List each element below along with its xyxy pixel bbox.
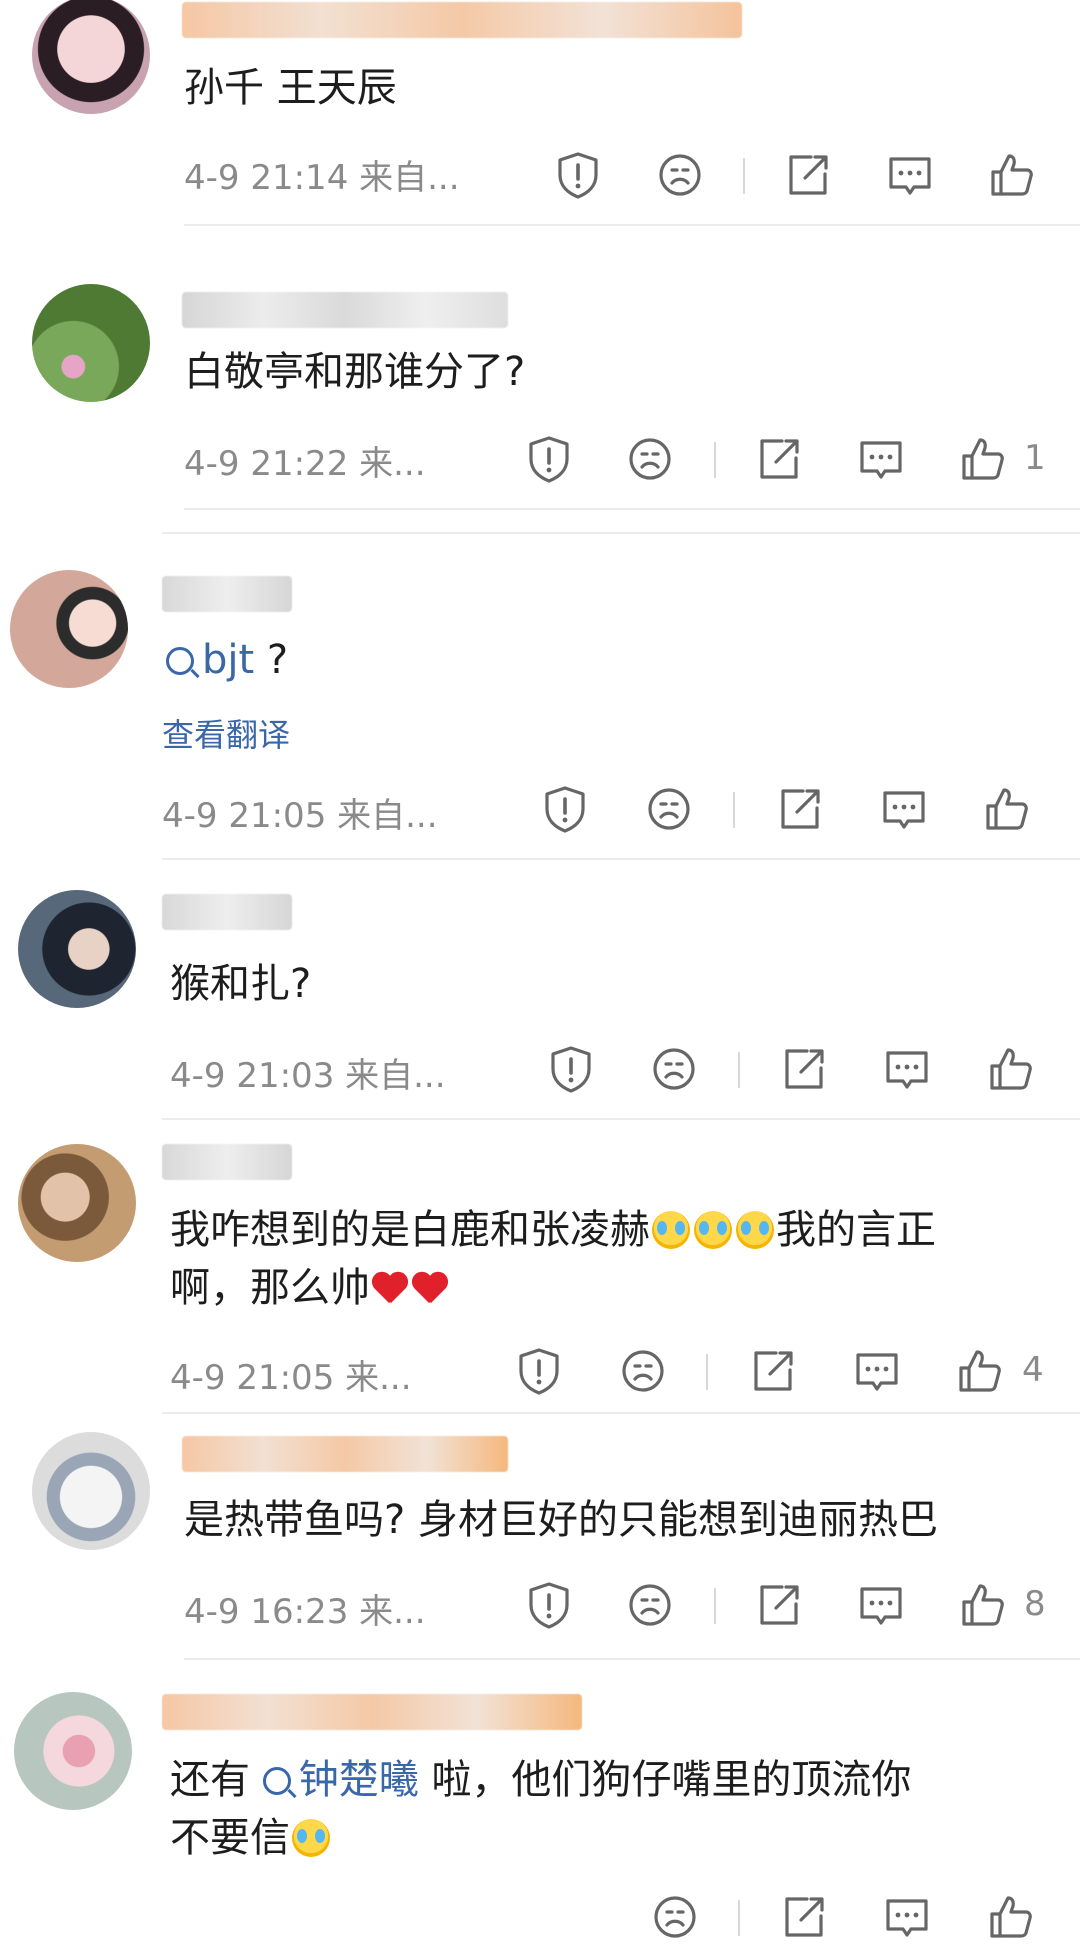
- avatar[interactable]: [32, 0, 150, 114]
- comment-text-part: 啊，那么帅: [170, 1265, 370, 1311]
- username-blurred[interactable]: [182, 1436, 508, 1472]
- comment-text: 我咋想到的是白鹿和张凌赫 我的言正: [170, 1202, 936, 1258]
- avatar[interactable]: [14, 1692, 132, 1810]
- comment-text: 白敬亭和那谁分了?: [184, 349, 526, 395]
- comment-icon[interactable]: [850, 1344, 904, 1398]
- username-blurred[interactable]: [182, 2, 742, 38]
- avatar[interactable]: [32, 284, 150, 402]
- username-blurred[interactable]: [162, 576, 292, 612]
- laugh-cry-emoji: [694, 1211, 732, 1249]
- username-blurred[interactable]: [162, 894, 292, 930]
- like-icon[interactable]: [984, 1042, 1038, 1096]
- divider: [733, 792, 735, 828]
- like-count: 8: [1024, 1584, 1046, 1624]
- share-icon[interactable]: [773, 782, 827, 836]
- search-icon: [262, 1767, 291, 1795]
- comment-actions: [0, 1042, 1080, 1102]
- dislike-icon[interactable]: [653, 148, 707, 202]
- report-icon[interactable]: [522, 1578, 576, 1632]
- like-icon[interactable]: [956, 1578, 1010, 1632]
- laugh-cry-emoji: [652, 1211, 690, 1249]
- comment-text-tail: ?: [266, 637, 289, 683]
- username-blurred[interactable]: [182, 292, 508, 328]
- comment-text: bjt ?: [166, 632, 288, 688]
- comment-text-line2: 不要信: [170, 1810, 332, 1866]
- heart-emoji: [372, 1273, 408, 1305]
- comment-icon[interactable]: [877, 782, 931, 836]
- avatar[interactable]: [18, 890, 136, 1008]
- comment-actions: [0, 1890, 1080, 1950]
- share-icon[interactable]: [781, 148, 835, 202]
- comment-actions: [0, 782, 1080, 842]
- share-icon[interactable]: [777, 1042, 831, 1096]
- laugh-cry-emoji: [292, 1819, 330, 1857]
- report-icon[interactable]: [512, 1344, 566, 1398]
- search-link[interactable]: 钟楚曦: [262, 1757, 419, 1803]
- divider: [706, 1354, 708, 1390]
- divider: [738, 1052, 740, 1088]
- like-icon[interactable]: [984, 1890, 1038, 1944]
- heart-emoji: [412, 1273, 448, 1305]
- report-icon[interactable]: [544, 1042, 598, 1096]
- divider: [714, 442, 716, 478]
- comment-actions: [0, 148, 1080, 208]
- dislike-icon[interactable]: [642, 782, 696, 836]
- comment-icon[interactable]: [880, 1890, 934, 1944]
- comment-icon[interactable]: [880, 1042, 934, 1096]
- dislike-icon[interactable]: [616, 1344, 670, 1398]
- like-icon[interactable]: [953, 1344, 1007, 1398]
- share-icon[interactable]: [777, 1890, 831, 1944]
- dislike-icon[interactable]: [623, 432, 677, 486]
- dislike-icon[interactable]: [623, 1578, 677, 1632]
- like-count: 1: [1024, 438, 1046, 478]
- share-icon[interactable]: [752, 1578, 806, 1632]
- comment-text-part: 我咋想到的是白鹿和张凌赫: [170, 1207, 650, 1253]
- avatar[interactable]: [32, 1432, 150, 1550]
- divider: [743, 158, 745, 194]
- separator: [162, 858, 1080, 860]
- username-blurred[interactable]: [162, 1144, 292, 1180]
- avatar[interactable]: [18, 1144, 136, 1262]
- comment-icon[interactable]: [854, 432, 908, 486]
- comment-actions: 4: [0, 1344, 1080, 1404]
- separator: [184, 508, 1080, 510]
- comment-actions: 1: [0, 432, 1080, 492]
- share-icon[interactable]: [746, 1344, 800, 1398]
- username-blurred[interactable]: [162, 1694, 582, 1730]
- report-icon[interactable]: [538, 782, 592, 836]
- comment-icon[interactable]: [854, 1578, 908, 1632]
- like-icon[interactable]: [956, 432, 1010, 486]
- comment-text-part: 还有: [170, 1757, 250, 1803]
- like-icon[interactable]: [985, 148, 1039, 202]
- avatar[interactable]: [10, 570, 128, 688]
- comment-text-part: 不要信: [170, 1815, 290, 1861]
- separator: [162, 1412, 1080, 1414]
- comment-icon[interactable]: [883, 148, 937, 202]
- report-icon[interactable]: [522, 432, 576, 486]
- report-icon[interactable]: [551, 148, 605, 202]
- dislike-icon[interactable]: [648, 1890, 702, 1944]
- separator: [184, 1658, 1080, 1660]
- like-count: 4: [1022, 1350, 1044, 1390]
- dislike-icon[interactable]: [647, 1042, 701, 1096]
- laugh-cry-emoji: [736, 1211, 774, 1249]
- translate-link[interactable]: 查看翻译: [162, 710, 290, 756]
- separator: [162, 532, 1080, 534]
- search-link[interactable]: bjt: [166, 637, 254, 683]
- like-icon[interactable]: [980, 782, 1034, 836]
- comment-text: 猴和扎?: [170, 961, 312, 1007]
- search-icon: [166, 647, 194, 675]
- divider: [738, 1900, 740, 1936]
- divider: [714, 1588, 716, 1624]
- comment-text-part: 啦，他们狗仔嘴里的顶流你: [431, 1757, 912, 1803]
- comment-text-part: 我的言正: [776, 1207, 936, 1253]
- separator: [184, 224, 1080, 226]
- comment-text-line2: 啊，那么帅: [170, 1260, 450, 1316]
- comment-actions: 8: [0, 1578, 1080, 1638]
- comment-text: 是热带鱼吗? 身材巨好的只能想到迪丽热巴: [184, 1497, 938, 1543]
- comment-text: 孙千 王天辰: [184, 65, 397, 111]
- separator: [162, 1118, 1080, 1120]
- share-icon[interactable]: [752, 432, 806, 486]
- comment-text: 还有 钟楚曦 啦，他们狗仔嘴里的顶流你: [170, 1752, 911, 1808]
